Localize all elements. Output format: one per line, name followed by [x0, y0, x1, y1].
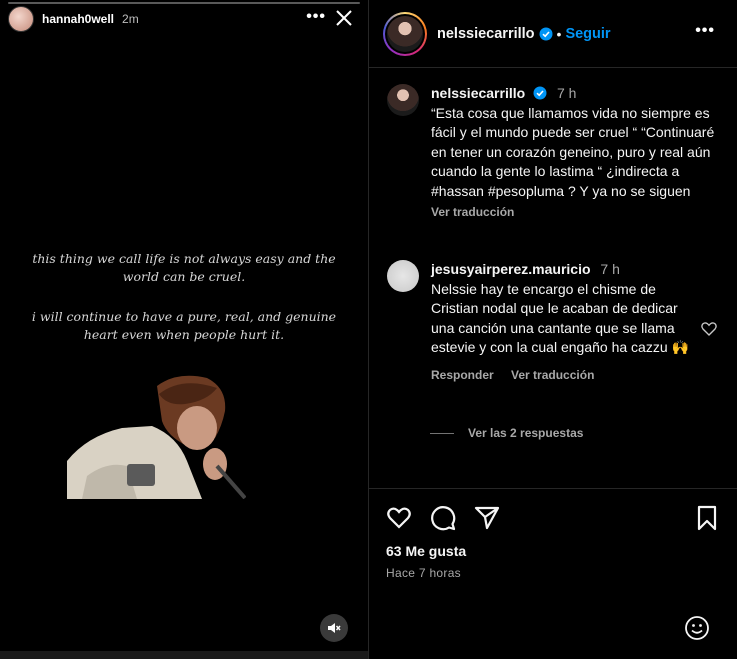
story-quote: this thing we call life is not always ea…	[30, 250, 338, 366]
post-footer: 63 Me gusta Hace 7 horas	[368, 488, 737, 640]
story-time: 2m	[122, 12, 139, 26]
likes-count[interactable]: 63 Me gusta	[386, 543, 466, 559]
story-quote-line: i will continue to have a pure, real, an…	[31, 309, 337, 342]
more-horizontal-icon[interactable]: •••	[306, 8, 326, 26]
mute-button[interactable]	[320, 614, 348, 642]
bookmark-icon[interactable]	[694, 505, 720, 531]
emoji-icon[interactable]	[684, 615, 710, 641]
story-quote-line: this thing we call life is not always ea…	[32, 251, 336, 284]
speaker-muted-icon	[328, 623, 341, 633]
post-timestamp: Hace 7 horas	[386, 566, 461, 580]
heart-icon[interactable]	[386, 505, 412, 531]
story-progress-bar	[8, 2, 360, 4]
comment-icon[interactable]	[430, 505, 456, 531]
story-bottom-bar	[0, 651, 368, 659]
story-viewer: hannah0well 2m ••• this thing we call li…	[0, 0, 368, 659]
story-header: hannah0well 2m •••	[8, 6, 360, 32]
close-icon[interactable]	[334, 8, 354, 28]
post-footer-wrapper: 63 Me gusta Hace 7 horas	[368, 0, 737, 659]
story-avatar[interactable]	[8, 6, 34, 32]
share-icon[interactable]	[474, 505, 500, 531]
story-username[interactable]: hannah0well	[42, 12, 114, 26]
post-actions	[386, 505, 722, 531]
story-photo	[67, 366, 246, 499]
